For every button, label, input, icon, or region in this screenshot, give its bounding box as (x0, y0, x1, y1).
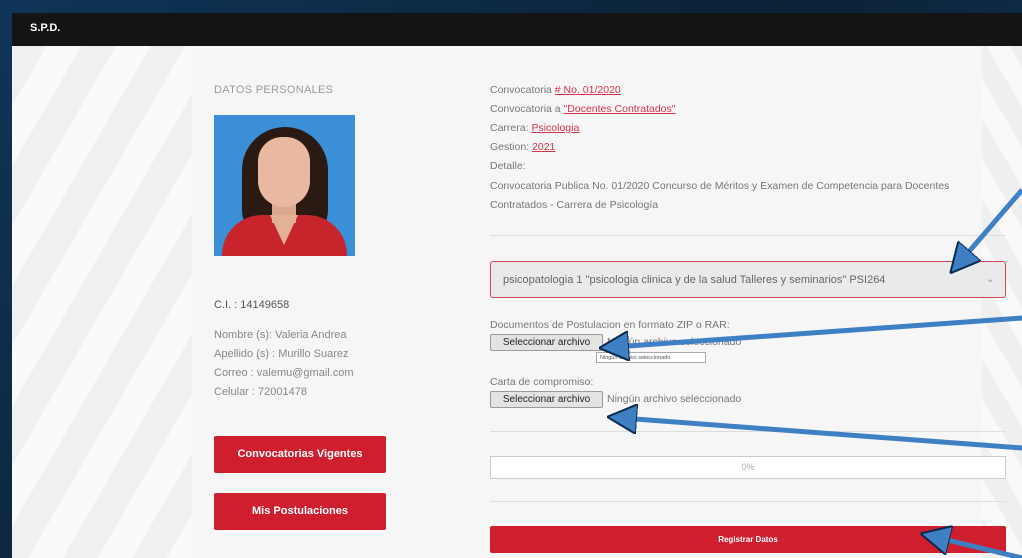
documentos-file-status: Ningún archivo seleccionado (607, 336, 742, 348)
documentos-label: Documentos de Postulacion en formato ZIP… (490, 319, 730, 331)
chevron-down-icon: ⌄ (985, 273, 995, 285)
gestion-line: Gestion: 2021 (490, 141, 556, 153)
convocatorias-vigentes-button[interactable]: Convocatorias Vigentes (214, 436, 386, 473)
materia-selected-value: psicopatologia 1 "psicologia clinica y d… (503, 274, 886, 286)
detalle-text: Convocatoria Publica No. 01/2020 Concurs… (490, 180, 950, 211)
file-tooltip: Ningún archivo seleccionado (596, 352, 706, 363)
decorative-pattern-left (12, 46, 192, 558)
documentos-file-button[interactable]: Seleccionar archivo (490, 334, 603, 351)
app-title: S.P.D. (30, 22, 61, 34)
convocatoria-numero-link[interactable]: # No. 01/2020 (555, 84, 621, 96)
materia-select[interactable]: psicopatologia 1 "psicologia clinica y d… (490, 261, 1006, 298)
app-header: S.P.D. (12, 13, 1022, 46)
ci-number: C.I. : 14149658 (214, 299, 290, 311)
celular-text: Celular : 72001478 (214, 386, 307, 398)
mis-postulaciones-button[interactable]: Mis Postulaciones (214, 493, 386, 530)
decorative-pattern-right (982, 46, 1022, 558)
apellido-text: Apellido (s) : Murillo Suarez (214, 348, 349, 360)
divider (490, 431, 1006, 432)
gestion-link[interactable]: 2021 (532, 141, 555, 153)
main-page: DATOS PERSONALES C.I. : 14149658 Nombre … (12, 46, 1022, 558)
carrera-line: Carrera: Psicologia (490, 122, 580, 134)
convocatoria-tipo: Convocatoria a "Docentes Contratados" (490, 103, 676, 115)
divider (490, 235, 1006, 236)
carta-file-button[interactable]: Seleccionar archivo (490, 391, 603, 408)
upload-progress-bar: 0% (490, 456, 1006, 479)
profile-photo (214, 115, 355, 256)
registrar-datos-button[interactable]: Registrar Datos (490, 526, 1006, 553)
convocatoria-tipo-link[interactable]: "Docentes Contratados" (564, 103, 676, 115)
nombre-text: Nombre (s): Valeria Andrea (214, 329, 347, 341)
carta-label: Carta de compromiso: (490, 376, 594, 388)
correo-text: Correo : valemu@gmail.com (214, 367, 354, 379)
detalle-label: Detalle: (490, 160, 526, 172)
carrera-link[interactable]: Psicologia (531, 122, 579, 134)
convocatoria-numero: Convocatoria # No. 01/2020 (490, 84, 621, 96)
carta-file-status: Ningún archivo seleccionado (607, 393, 742, 405)
section-title: DATOS PERSONALES (214, 84, 334, 96)
divider (490, 501, 1006, 502)
progress-text: 0% (741, 462, 755, 472)
